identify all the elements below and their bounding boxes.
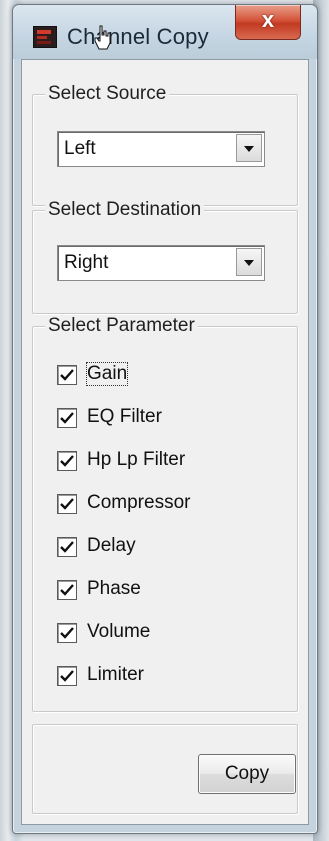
select-parameter-group: Select Parameter Gain EQ Filter Hp Lp Fi…	[32, 315, 298, 712]
checkmark-icon	[60, 455, 74, 467]
dialog-body: Select Source Left Select Destination Ri…	[21, 59, 309, 825]
hp-lp-filter-checkbox[interactable]	[57, 451, 77, 471]
select-destination-group: Select Destination Right	[32, 199, 298, 314]
source-select[interactable]: Left	[57, 131, 265, 167]
close-icon: x	[261, 7, 275, 32]
checkmark-icon	[60, 369, 74, 381]
select-source-group: Select Source Left	[32, 83, 298, 206]
close-button[interactable]: x	[235, 5, 301, 40]
checkmark-icon	[60, 541, 74, 553]
eq-filter-label: EQ Filter	[87, 406, 162, 427]
delay-checkbox[interactable]	[57, 537, 77, 557]
destination-selected-value: Right	[64, 252, 109, 273]
select-destination-label: Select Destination	[45, 199, 205, 221]
phase-checkbox[interactable]	[57, 580, 77, 600]
checkmark-icon	[60, 412, 74, 424]
checkmark-icon	[60, 584, 74, 596]
compressor-checkbox[interactable]	[57, 494, 77, 514]
delay-label: Delay	[87, 535, 136, 556]
checkmark-icon	[60, 498, 74, 510]
volume-label: Volume	[87, 621, 151, 642]
compressor-label: Compressor	[87, 492, 191, 513]
limiter-checkbox[interactable]	[57, 666, 77, 686]
gain-checkbox[interactable]	[57, 365, 77, 385]
volume-checkbox[interactable]	[57, 623, 77, 643]
phase-label: Phase	[87, 578, 141, 599]
title-bar[interactable]: Channel Copy x	[13, 5, 317, 59]
chevron-down-icon[interactable]	[236, 134, 262, 162]
checkmark-icon	[60, 670, 74, 682]
app-logo-icon	[33, 26, 57, 48]
source-selected-value: Left	[64, 138, 96, 159]
gain-label: Gain	[85, 362, 129, 386]
select-parameter-label: Select Parameter	[45, 315, 198, 337]
destination-select[interactable]: Right	[57, 245, 265, 281]
eq-filter-checkbox[interactable]	[57, 408, 77, 428]
select-source-label: Select Source	[45, 83, 170, 105]
mouse-pointer-icon	[93, 25, 111, 56]
channel-copy-dialog: Channel Copy x Select Source Left Select…	[12, 4, 318, 834]
checkmark-icon	[60, 627, 74, 639]
copy-button[interactable]: Copy	[198, 754, 296, 794]
hp-lp-filter-label: Hp Lp Filter	[87, 449, 186, 470]
window-title: Channel Copy	[67, 24, 209, 49]
limiter-label: Limiter	[87, 664, 145, 685]
chevron-down-icon[interactable]	[236, 248, 262, 276]
